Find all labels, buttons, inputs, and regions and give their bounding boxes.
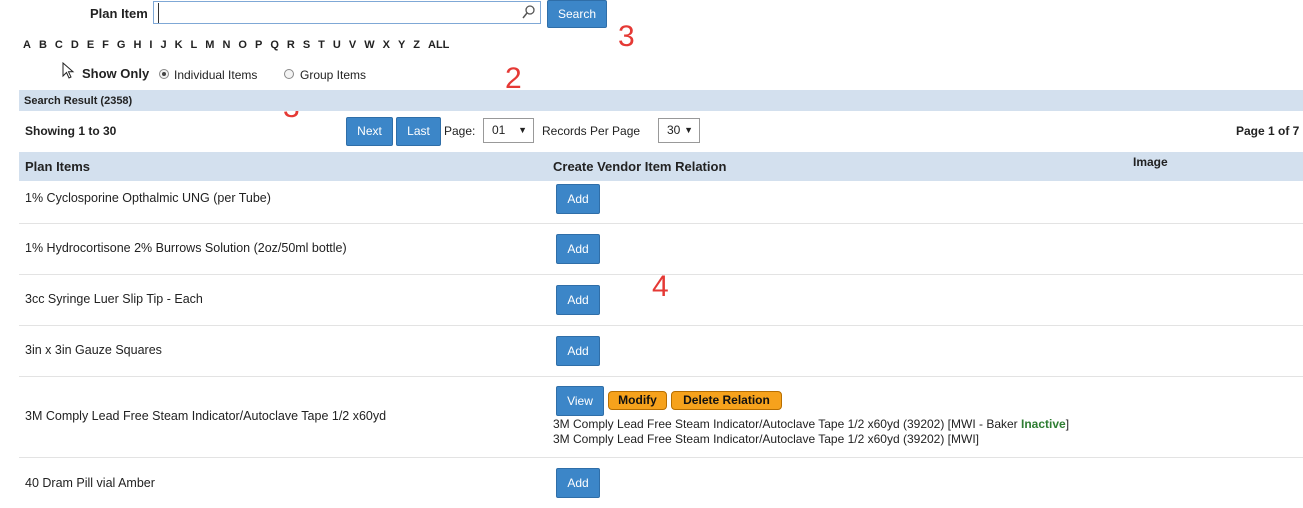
individual-items-radio[interactable] <box>159 69 169 79</box>
show-only-label: Show Only <box>82 66 150 81</box>
table-row: 3M Comply Lead Free Steam Indicator/Auto… <box>19 377 1303 458</box>
vendor-relation-text: 3M Comply Lead Free Steam Indicator/Auto… <box>553 417 1021 431</box>
page-select-value: 01 <box>492 123 506 137</box>
page-label: Page: <box>444 124 476 138</box>
alphabet-link-a[interactable]: A <box>23 39 31 51</box>
add-button[interactable]: Add <box>556 285 600 315</box>
search-result-bar <box>19 90 1303 111</box>
alphabet-link-c[interactable]: C <box>55 39 63 51</box>
alphabet-link-k[interactable]: K <box>175 39 183 51</box>
group-items-radio[interactable] <box>284 69 294 79</box>
alphabet-link-p[interactable]: P <box>255 39 262 51</box>
alphabet-link-n[interactable]: N <box>222 39 230 51</box>
dropdown-arrow-icon: ▼ <box>518 125 527 135</box>
table-row: 40 Dram Pill vial Amber Add <box>19 458 1303 508</box>
alphabet-link-b[interactable]: B <box>39 39 47 51</box>
add-button[interactable]: Add <box>556 336 600 366</box>
page-of-label: Page 1 of 7 <box>1236 124 1300 138</box>
plan-item-name: 1% Hydrocortisone 2% Burrows Solution (2… <box>25 241 347 255</box>
page-select[interactable]: 01 ▼ <box>483 118 534 143</box>
plan-item-name: 3in x 3in Gauze Squares <box>25 343 162 357</box>
plan-item-name: 3M Comply Lead Free Steam Indicator/Auto… <box>25 409 387 423</box>
records-per-page-label: Records Per Page <box>542 124 641 138</box>
alphabet-filter: A B C D E F G H I J K L M N O P Q R S T U V W X Y Z ALL <box>23 39 457 51</box>
mouse-cursor-icon <box>62 61 76 80</box>
alphabet-link-o[interactable]: O <box>238 39 247 51</box>
search-result-title: Search Result (2358) <box>24 95 133 107</box>
table-row: 1% Cyclosporine Opthalmic UNG (per Tube)… <box>19 181 1303 224</box>
add-button[interactable]: Add <box>556 234 600 264</box>
status-badge: Inactive <box>1021 417 1066 431</box>
table-row: 1% Hydrocortisone 2% Burrows Solution (2… <box>19 224 1303 275</box>
alphabet-link-e[interactable]: E <box>87 39 94 51</box>
view-button[interactable]: View <box>556 386 604 416</box>
alphabet-link-h[interactable]: H <box>133 39 141 51</box>
alphabet-link-r[interactable]: R <box>287 39 295 51</box>
alphabet-link-v[interactable]: V <box>349 39 356 51</box>
alphabet-link-m[interactable]: M <box>205 39 214 51</box>
alphabet-link-i[interactable]: I <box>149 39 152 51</box>
delete-relation-button[interactable]: Delete Relation <box>671 391 782 410</box>
add-button[interactable]: Add <box>556 468 600 498</box>
search-button[interactable]: Search <box>547 0 607 28</box>
annotation-marker: 3 <box>618 20 635 53</box>
plan-item-name: 40 Dram Pill vial Amber <box>25 476 155 490</box>
last-button[interactable]: Last <box>396 117 441 146</box>
table-row: 3cc Syringe Luer Slip Tip - Each Add <box>19 275 1303 326</box>
alphabet-link-t[interactable]: T <box>318 39 325 51</box>
alphabet-link-s[interactable]: S <box>303 39 310 51</box>
plan-item-name: 3cc Syringe Luer Slip Tip - Each <box>25 292 203 306</box>
plan-item-input[interactable] <box>158 3 527 23</box>
alphabet-link-all[interactable]: ALL <box>428 39 449 51</box>
next-button[interactable]: Next <box>346 117 393 146</box>
alphabet-link-g[interactable]: G <box>117 39 126 51</box>
column-header-plan-items: Plan Items <box>25 159 91 174</box>
plan-item-search-field[interactable] <box>153 1 541 24</box>
alphabet-link-y[interactable]: Y <box>398 39 405 51</box>
alphabet-link-j[interactable]: J <box>160 39 166 51</box>
vendor-relation-line: 3M Comply Lead Free Steam Indicator/Auto… <box>553 417 1069 431</box>
search-icon[interactable] <box>522 4 536 20</box>
add-button[interactable]: Add <box>556 184 600 214</box>
records-per-page-value: 30 <box>667 123 681 137</box>
alphabet-link-d[interactable]: D <box>71 39 79 51</box>
plan-item-name: 1% Cyclosporine Opthalmic UNG (per Tube) <box>25 191 271 205</box>
individual-items-label[interactable]: Individual Items <box>174 68 257 82</box>
alphabet-link-w[interactable]: W <box>364 39 374 51</box>
group-items-label[interactable]: Group Items <box>300 68 366 82</box>
alphabet-link-l[interactable]: L <box>191 39 198 51</box>
dropdown-arrow-icon: ▼ <box>684 125 693 135</box>
modify-button[interactable]: Modify <box>608 391 667 410</box>
column-header-vendor-relation: Create Vendor Item Relation <box>553 159 727 174</box>
alphabet-link-u[interactable]: U <box>333 39 341 51</box>
table-row: 3in x 3in Gauze Squares Add <box>19 326 1303 377</box>
column-header-image: Image <box>1133 155 1168 169</box>
records-per-page-select[interactable]: 30 ▼ <box>658 118 700 143</box>
vendor-relation-line: 3M Comply Lead Free Steam Indicator/Auto… <box>553 432 979 446</box>
alphabet-link-q[interactable]: Q <box>270 39 279 51</box>
alphabet-link-z[interactable]: Z <box>413 39 420 51</box>
alphabet-link-f[interactable]: F <box>102 39 109 51</box>
vendor-relation-suffix: ] <box>1065 417 1070 431</box>
alphabet-link-x[interactable]: X <box>383 39 390 51</box>
showing-count: Showing 1 to 30 <box>25 124 117 138</box>
plan-item-label: Plan Item <box>90 6 148 21</box>
